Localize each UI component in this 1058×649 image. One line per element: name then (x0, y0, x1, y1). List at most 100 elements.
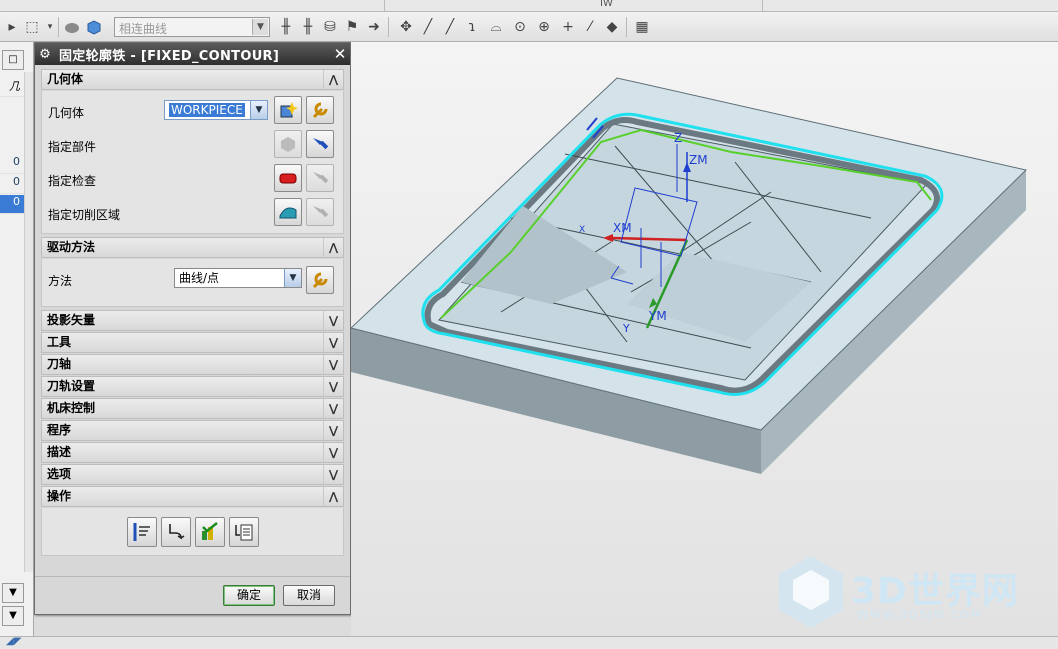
circle-center-icon[interactable]: ⊙ (510, 17, 530, 37)
cancel-button[interactable]: 取消 (283, 585, 335, 606)
group-title: 几何体 (47, 72, 84, 86)
grid-icon[interactable]: ▦ (632, 17, 652, 37)
group-geometry-header[interactable]: 几何体 ⋀ (41, 69, 344, 90)
axis-label-xm: XM (613, 221, 632, 235)
group-options[interactable]: 选项 ⋁ (41, 464, 344, 485)
chevron-down-icon[interactable]: ⋁ (323, 355, 343, 374)
chevron-down-icon[interactable]: ▼ (284, 269, 301, 287)
scrollbar[interactable] (24, 72, 33, 572)
chevron-up-icon[interactable]: ⋀ (323, 487, 343, 506)
list-item[interactable]: 0 (0, 175, 24, 194)
chevron-down-icon[interactable]: ⋁ (323, 399, 343, 418)
list-button[interactable] (228, 516, 259, 547)
gear-icon[interactable]: ⚙ (35, 47, 55, 62)
column-header[interactable]: 几 (0, 78, 24, 97)
ok-button[interactable]: 确定 (223, 585, 275, 606)
graphics-viewport[interactable]: Z ZM XM X YM Y 3D世界网 WWW.3DSJW.COM (351, 42, 1058, 636)
list-item[interactable]: 0 (0, 155, 24, 174)
display-cut-area-button[interactable] (306, 198, 334, 226)
select-part-button[interactable] (274, 130, 302, 158)
display-part-button[interactable] (306, 130, 334, 158)
chevron-down-icon[interactable]: ▼ (2, 583, 24, 603)
method-label: 方法 (48, 274, 73, 288)
status-bar: ◢◤ (0, 636, 1058, 649)
display-check-button[interactable] (306, 164, 334, 192)
point-on-face-icon[interactable]: ◆ (602, 17, 622, 37)
dropdown-chevron-icon[interactable]: ▾ (40, 17, 60, 37)
edit-geometry-button[interactable] (306, 96, 334, 124)
check-label: 指定检查 (48, 174, 97, 188)
cut-area-label: 指定切削区域 (48, 208, 121, 222)
dialog-footer: 确定 取消 (35, 576, 350, 614)
flashlight-icon (313, 172, 329, 184)
forward-arrow-icon[interactable]: ➜ (364, 17, 384, 37)
group-machine-control[interactable]: 机床控制 ⋁ (41, 398, 344, 419)
drive-method-select[interactable]: 曲线/点 ▼ (174, 268, 302, 288)
group-title: 驱动方法 (47, 240, 96, 254)
replay-icon (168, 523, 184, 539)
assembly-icon[interactable]: ⛁ (320, 17, 340, 37)
axis-label-y: Y (622, 322, 630, 335)
strip-label: IW (600, 0, 613, 9)
maximize-button[interactable]: □ (2, 50, 24, 70)
group-actions-body (41, 508, 344, 556)
cube-filter-icon[interactable] (84, 17, 104, 37)
select-cut-area-button[interactable] (274, 198, 302, 226)
toolbar-arrow-icon[interactable]: ▸ (2, 17, 22, 37)
existing-point-icon[interactable]: + (558, 17, 578, 37)
generate-toolpath-icon (133, 522, 150, 541)
group-geometry-body: 几何体 WORKPIECE ▼ 指定部件 指定检查 指定切削区域 (41, 91, 344, 234)
new-geometry-icon (280, 102, 298, 118)
snap-intersect-icon[interactable]: ╫ (298, 17, 318, 37)
select-rectangle-icon[interactable]: ⬚ (22, 17, 42, 37)
solid-filter-icon[interactable] (62, 17, 82, 37)
group-actions-header[interactable]: 操作 ⋀ (41, 486, 344, 507)
verify-button[interactable] (194, 516, 225, 547)
part-model[interactable]: Z ZM XM X YM Y (351, 42, 1058, 636)
toolbar-separator (626, 17, 627, 37)
part-icon (281, 137, 295, 152)
group-program[interactable]: 程序 ⋁ (41, 420, 344, 441)
generate-button[interactable] (126, 516, 157, 547)
edit-drive-method-button[interactable] (306, 266, 334, 294)
group-tool-axis[interactable]: 刀轴 ⋁ (41, 354, 344, 375)
group-tool[interactable]: 工具 ⋁ (41, 332, 344, 353)
verify-icon (201, 521, 218, 540)
chevron-down-icon[interactable]: ⋁ (323, 421, 343, 440)
mid-point-icon[interactable]: ╱ (440, 17, 460, 37)
group-path-settings[interactable]: 刀轨设置 ⋁ (41, 376, 344, 397)
chevron-down-icon[interactable]: ⋁ (323, 311, 343, 330)
quadrant-point-icon[interactable]: ⊕ (534, 17, 554, 37)
list-item[interactable]: 0 (0, 195, 24, 214)
group-projection-vector[interactable]: 投影矢量 ⋁ (41, 310, 344, 331)
point-on-curve-icon[interactable]: ⁄ (580, 17, 600, 37)
chevron-down-icon[interactable]: ⋁ (323, 465, 343, 484)
wrench-icon (312, 272, 328, 289)
chevron-up-icon[interactable]: ⋀ (323, 70, 343, 89)
curve-rule-select[interactable]: 相连曲线 ▼ (114, 17, 270, 37)
chevron-down-icon[interactable]: ▼ (252, 19, 268, 35)
chevron-down-icon[interactable]: ⋁ (323, 333, 343, 352)
group-drive-header[interactable]: 驱动方法 ⋀ (41, 237, 344, 258)
replay-button[interactable] (160, 516, 191, 547)
arc-center-icon[interactable]: ⌓ (486, 17, 506, 37)
move-icon[interactable]: ✥ (396, 17, 416, 37)
chevron-down-icon[interactable]: ▼ (250, 101, 267, 119)
chevron-down-icon[interactable]: ⋁ (323, 377, 343, 396)
end-point-icon[interactable]: ╱ (418, 17, 438, 37)
chevron-down-icon[interactable]: ⋁ (323, 443, 343, 462)
watermark-brand: 3D世界网 (851, 571, 1019, 612)
chevron-down-icon[interactable]: ▼ (2, 606, 24, 626)
close-icon[interactable]: ✕ (330, 45, 350, 63)
select-check-button[interactable] (274, 164, 302, 192)
snap-tangent-icon[interactable]: ╫ (276, 17, 296, 37)
new-geometry-button[interactable] (274, 96, 302, 124)
dialog-titlebar[interactable]: ⚙ 固定轮廓铁 - [FIXED_CONTOUR] ✕ (35, 43, 350, 65)
wrench-icon (312, 102, 328, 119)
component-icon[interactable]: ⚑ (342, 17, 362, 37)
axis-label-x: X (579, 225, 585, 235)
geometry-select[interactable]: WORKPIECE ▼ (164, 100, 268, 120)
chevron-up-icon[interactable]: ⋀ (323, 238, 343, 257)
group-description[interactable]: 描述 ⋁ (41, 442, 344, 463)
control-point-icon[interactable]: ɿ (462, 17, 482, 37)
